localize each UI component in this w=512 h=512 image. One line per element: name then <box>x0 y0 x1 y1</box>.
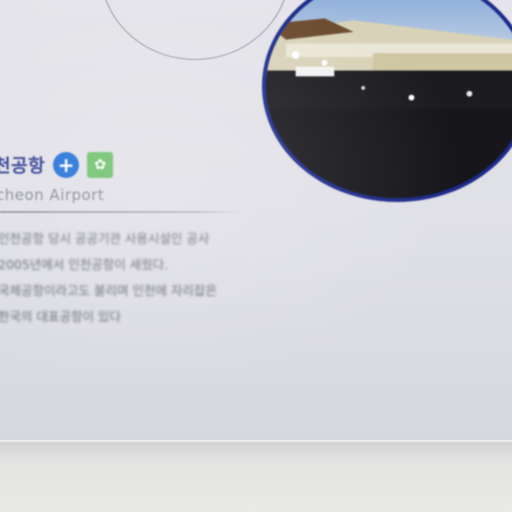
sign-subtitle: cheon Airport <box>0 186 105 204</box>
airport-photo <box>262 0 512 202</box>
sign-body: 인천공항 당시 공공기관 사용시설인 공사 2005년에서 인천공항이 세웠다.… <box>0 226 278 330</box>
body-line: 2005년에서 인천공항이 세웠다. <box>0 257 169 272</box>
green-square-icon: ✿ <box>87 152 114 178</box>
divider <box>0 211 240 213</box>
body-line: 한국의 대표공항이 있다 <box>0 309 121 324</box>
body-line: 국제공항이라고도 불리며 인천에 자리잡은 <box>0 283 217 298</box>
airport-photo-image <box>266 0 512 198</box>
sign-title: 천공항 <box>0 156 46 177</box>
floor-surface <box>0 442 512 512</box>
plus-circle-icon: + <box>53 152 80 178</box>
info-sign-board: 천공항 + ✿ cheon Airport 인천공항 당시 공공기관 사용시설인… <box>0 0 512 442</box>
decorative-arc <box>100 0 290 60</box>
body-line: 인천공항 당시 공공기관 사용시설인 공사 <box>0 231 210 246</box>
title-row: 천공항 + ✿ <box>0 150 114 180</box>
